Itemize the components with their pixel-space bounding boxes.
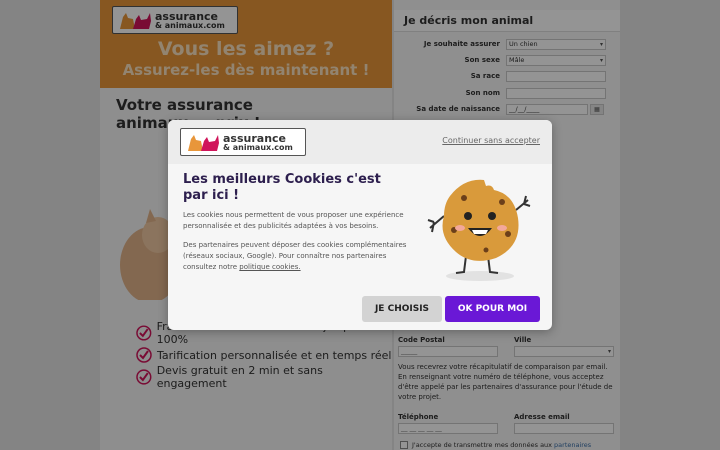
partners-description: Des partenaires peuvent déposer des cook…: [183, 240, 413, 273]
continue-without-accepting-link[interactable]: Continuer sans accepter: [442, 136, 540, 145]
cookie-description: Les cookies nous permettent de vous prop…: [183, 211, 404, 230]
dialog-logo: assurance & animaux.com: [180, 128, 306, 156]
accept-cookies-button[interactable]: OK POUR MOI: [445, 296, 540, 322]
choose-cookies-button[interactable]: JE CHOISIS: [362, 296, 442, 322]
cookie-mascot-icon: [427, 179, 531, 281]
pets-logo-icon: [188, 135, 219, 151]
dialog-title: Les meilleurs Cookies c'est par ici !: [183, 172, 381, 203]
cookie-policy-link[interactable]: politique cookies.: [239, 263, 300, 271]
logo-text-line2: & animaux: [223, 142, 272, 152]
dialog-header: assurance & animaux.com Continuer sans a…: [168, 120, 552, 164]
cookie-consent-dialog: assurance & animaux.com Continuer sans a…: [168, 120, 552, 330]
logo-text-suffix: .com: [271, 142, 293, 152]
